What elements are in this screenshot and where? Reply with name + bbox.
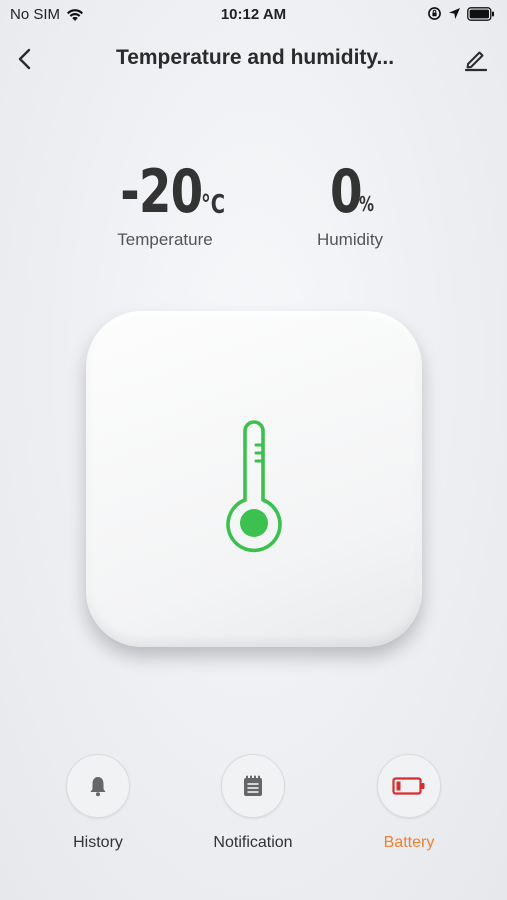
temperature-label: Temperature [117, 230, 213, 249]
edit-button[interactable] [463, 46, 489, 72]
bell-icon [90, 777, 106, 797]
back-button[interactable] [12, 42, 40, 74]
orientation-lock-icon [428, 7, 441, 20]
notification-button[interactable]: Notification [198, 754, 308, 852]
thermometer-icon [226, 420, 282, 553]
humidity-value: 0 [329, 157, 363, 227]
notification-label: Notification [213, 834, 293, 851]
temperature-unit: °C [200, 190, 225, 220]
pencil-icon [464, 51, 488, 72]
humidity-unit: % [359, 192, 375, 216]
humidity-reading: 0 % Humidity [290, 160, 410, 250]
device-card[interactable] [86, 311, 422, 647]
nav-bar: Temperature and humidity... [0, 36, 507, 80]
temperature-value: -20 [120, 157, 203, 227]
battery-label: Battery [383, 834, 435, 851]
history-icon-circle[interactable] [66, 754, 130, 818]
chevron-left-icon [18, 48, 31, 70]
status-indicators [427, 6, 495, 21]
history-button[interactable]: History [43, 754, 153, 852]
notepad-icon [244, 775, 262, 796]
history-label: History [73, 834, 123, 851]
battery-button[interactable]: Battery [354, 754, 464, 852]
battery-icon-circle[interactable] [377, 754, 441, 818]
battery-status-icon [467, 6, 494, 21]
status-bar: No SIM 10:12 AM [0, 0, 507, 30]
battery-low-icon [392, 777, 425, 795]
location-arrow-icon [449, 8, 460, 19]
humidity-label: Humidity [316, 230, 384, 249]
notification-icon-circle[interactable] [221, 754, 285, 818]
temperature-reading: -20 °C Temperature [100, 160, 230, 250]
page-title: Temperature and humidity... [115, 46, 395, 69]
